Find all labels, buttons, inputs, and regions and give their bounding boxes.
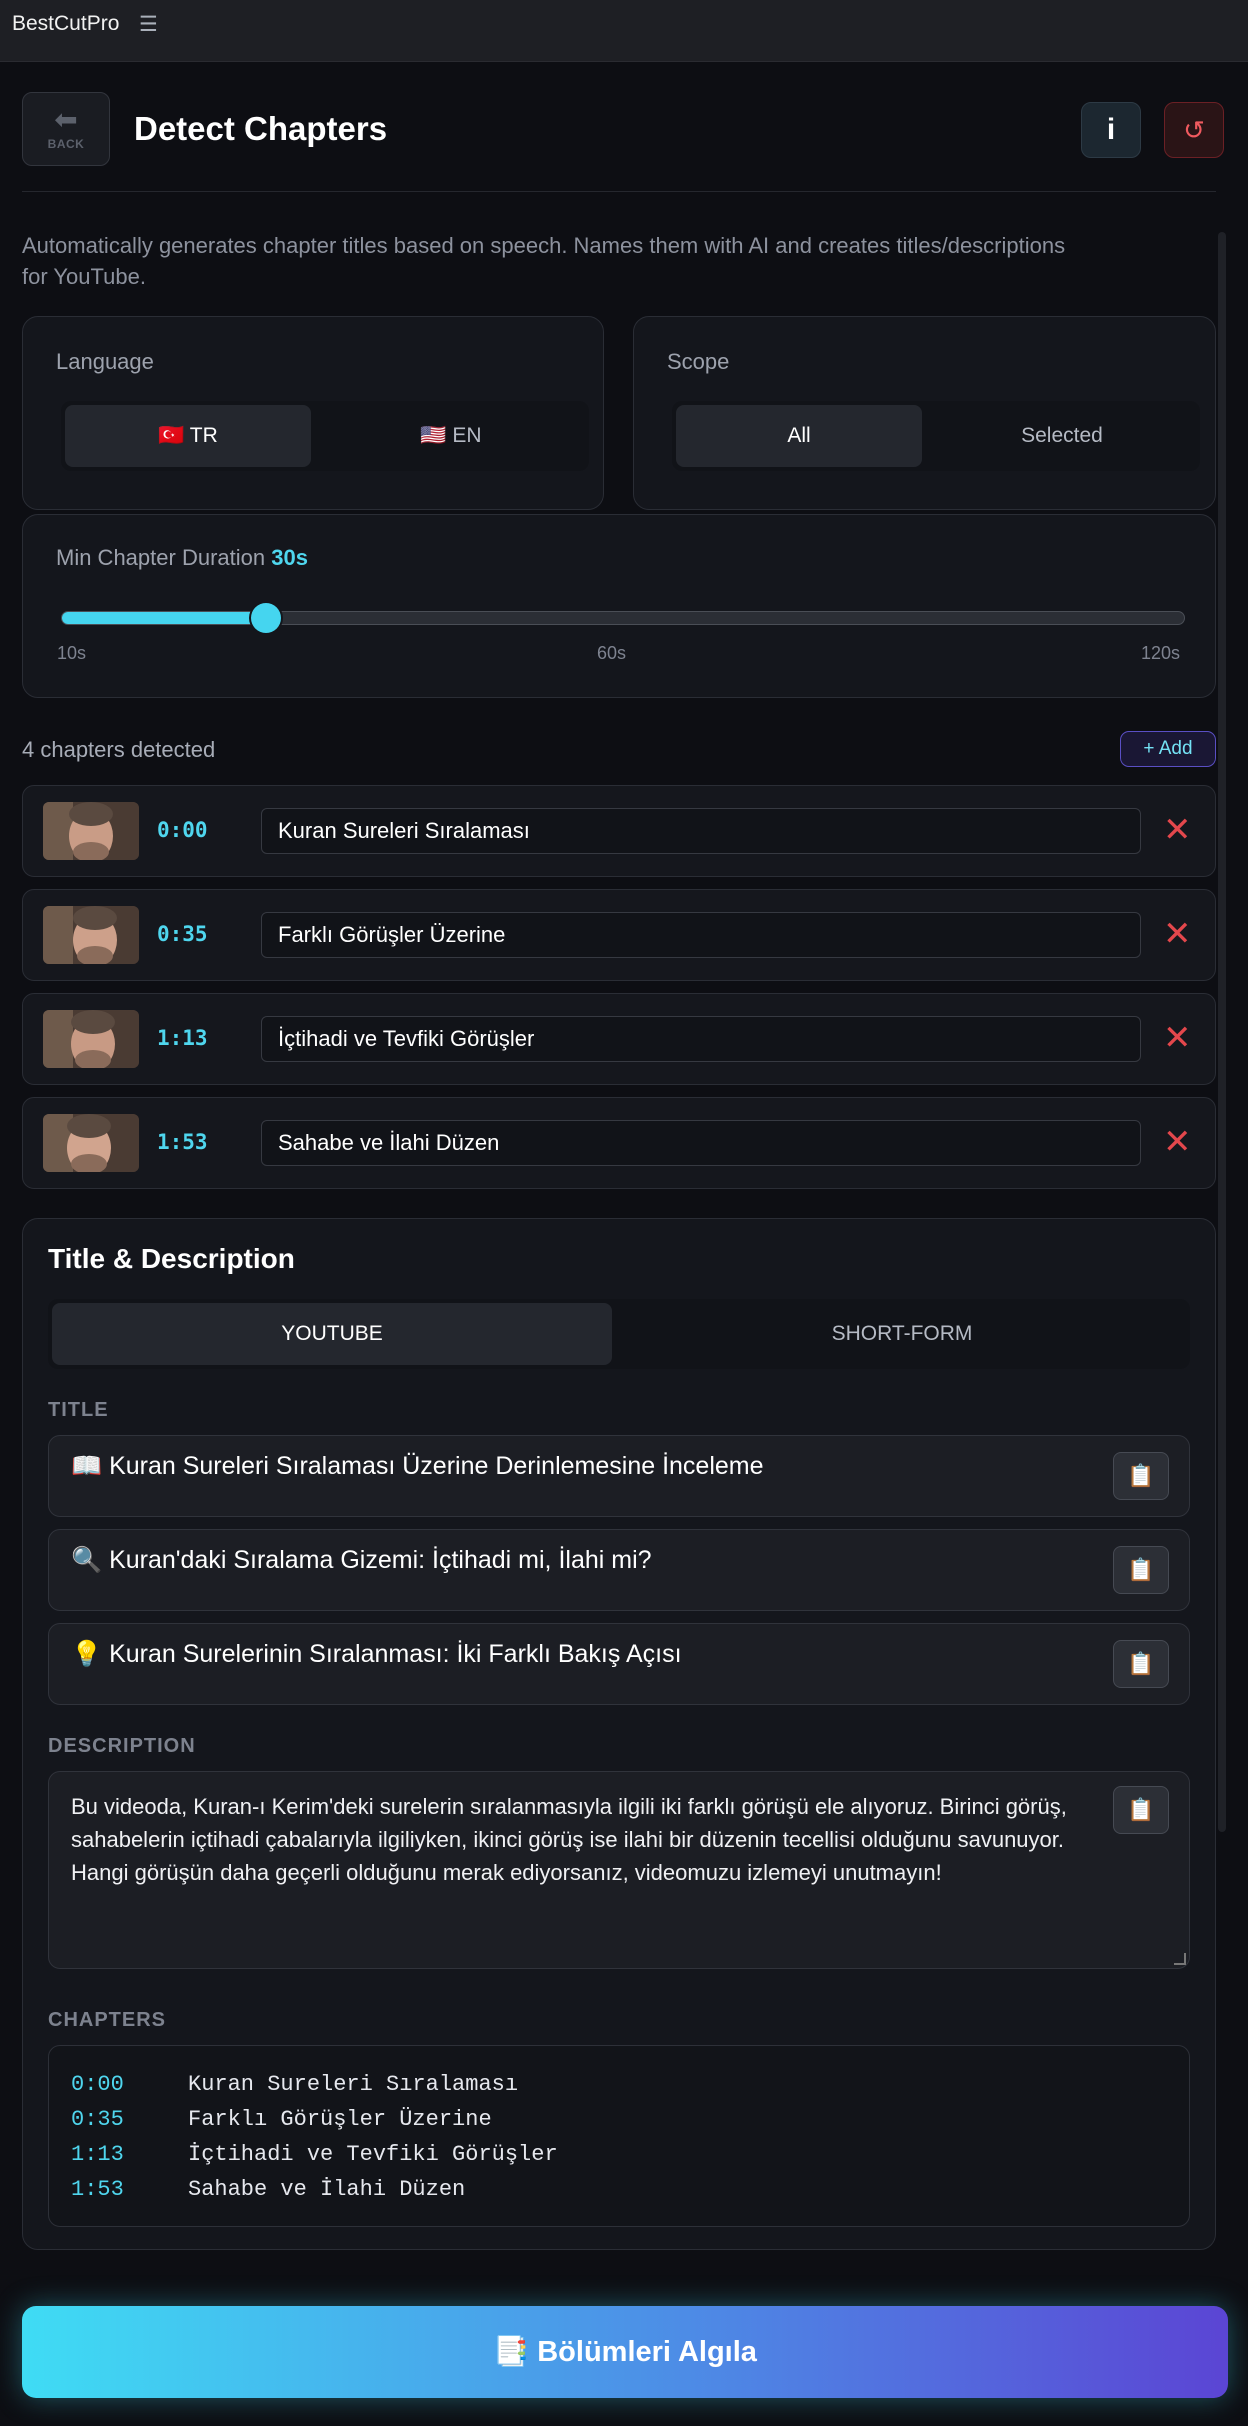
min-duration-card: Min Chapter Duration 30s 10s 60s 120s: [22, 514, 1216, 698]
chapter-thumbnail: [43, 802, 139, 860]
chapter-line: 0:00 Kuran Sureleri Sıralaması: [71, 2072, 518, 2097]
chapters-count: 4 chapters detected: [22, 737, 216, 762]
slider-tick-mid: 60s: [597, 643, 627, 663]
app-brand: BestCutPro: [12, 12, 120, 35]
chapter-line: 1:53 Sahabe ve İlahi Düzen: [71, 2177, 465, 2202]
scope-label: Scope: [667, 349, 730, 374]
language-label: Language: [56, 349, 154, 374]
delete-chapter-icon[interactable]: ✕: [1163, 1018, 1192, 1058]
delete-chapter-icon[interactable]: ✕: [1163, 914, 1192, 954]
copy-icon[interactable]: 📋: [1113, 1640, 1169, 1688]
chapters-section-label: CHAPTERS: [48, 2009, 167, 2031]
language-option-tr[interactable]: 🇹🇷 TR: [65, 405, 311, 467]
resize-handle[interactable]: [1174, 1953, 1186, 1965]
chapter-line-time: 0:35: [71, 2107, 124, 2132]
chapter-line-time: 1:53: [71, 2177, 124, 2202]
back-arrow-icon: ⬅: [54, 104, 78, 135]
chapter-line: 0:35 Farklı Görüşler Üzerine: [71, 2107, 492, 2132]
reset-icon[interactable]: ↺: [1164, 102, 1224, 158]
tab-short-form[interactable]: SHORT-FORM: [618, 1303, 1186, 1365]
title-suggestion-text: 🔍 Kuran'daki Sıralama Gizemi: İçtihadi m…: [71, 1546, 652, 1574]
chapter-time: 1:13: [157, 1026, 208, 1050]
slider-thumb[interactable]: [251, 603, 281, 633]
title-suggestion-text: 📖 Kuran Sureleri Sıralaması Üzerine Deri…: [71, 1452, 764, 1480]
chapter-row: 1:53 Sahabe ve İlahi Düzen ✕: [22, 1097, 1216, 1189]
chapter-line-title: İçtihadi ve Tevfiki Görüşler: [188, 2142, 558, 2167]
chapter-row: 0:35 Farklı Görüşler Üzerine ✕: [22, 889, 1216, 981]
back-label: BACK: [47, 137, 85, 151]
title-suggestion: 🔍 Kuran'daki Sıralama Gizemi: İçtihadi m…: [48, 1529, 1190, 1611]
scope-selector: All Selected: [672, 401, 1200, 471]
chapter-title-input[interactable]: Kuran Sureleri Sıralaması: [261, 808, 1141, 854]
chapter-title-input[interactable]: Sahabe ve İlahi Düzen: [261, 1120, 1141, 1166]
title-suggestion-text: 💡 Kuran Surelerinin Sıralanması: İki Far…: [71, 1640, 682, 1668]
chapter-line-title: Sahabe ve İlahi Düzen: [188, 2177, 466, 2202]
min-duration-label-text: Min Chapter Duration: [56, 545, 266, 570]
description-section-label: DESCRIPTION: [48, 1735, 196, 1757]
chapter-title-input[interactable]: İçtihadi ve Tevfiki Görüşler: [261, 1016, 1141, 1062]
title-description-heading: Title & Description: [48, 1243, 295, 1274]
description-textarea[interactable]: Bu videoda, Kuran-ı Kerim'deki surelerin…: [48, 1771, 1190, 1969]
language-card: Language 🇹🇷 TR 🇺🇸 EN: [22, 316, 604, 510]
copy-icon[interactable]: 📋: [1113, 1452, 1169, 1500]
back-button[interactable]: ⬅ BACK: [22, 92, 110, 166]
delete-chapter-icon[interactable]: ✕: [1163, 810, 1192, 850]
min-duration-label: Min Chapter Duration 30s: [56, 545, 308, 571]
chapter-time: 1:53: [157, 1130, 208, 1154]
page-header: ⬅ BACK Detect Chapters i ↺: [22, 92, 1224, 192]
tab-youtube[interactable]: YOUTUBE: [52, 1303, 612, 1365]
chapter-line: 1:13 İçtihadi ve Tevfiki Görüşler: [71, 2142, 558, 2167]
app-topbar: BestCutPro ☰: [0, 0, 1248, 62]
chapter-time: 0:35: [157, 922, 208, 946]
chapter-thumbnail: [43, 906, 139, 964]
language-option-en[interactable]: 🇺🇸 EN: [317, 405, 585, 467]
detect-chapters-button[interactable]: 📑 Bölümleri Algıla: [22, 2306, 1228, 2398]
title-description-card: Title & Description YOUTUBE SHORT-FORM T…: [22, 1218, 1216, 2250]
chapter-line-title: Kuran Sureleri Sıralaması: [188, 2072, 519, 2097]
delete-chapter-icon[interactable]: ✕: [1163, 1122, 1192, 1162]
min-duration-value: 30s: [271, 545, 308, 570]
chapter-row: 1:13 İçtihadi ve Tevfiki Görüşler ✕: [22, 993, 1216, 1085]
language-selector: 🇹🇷 TR 🇺🇸 EN: [61, 401, 589, 471]
scope-card: Scope All Selected: [633, 316, 1216, 510]
scope-option-all[interactable]: All: [676, 405, 922, 467]
chapter-row: 0:00 Kuran Sureleri Sıralaması ✕: [22, 785, 1216, 877]
slider-tick-max: 120s: [1141, 643, 1181, 663]
info-button[interactable]: i: [1081, 102, 1141, 158]
chapter-line-time: 1:13: [71, 2142, 124, 2167]
platform-tabs: YOUTUBE SHORT-FORM: [48, 1299, 1190, 1369]
page-description: Automatically generates chapter titles b…: [22, 233, 1066, 289]
menu-icon[interactable]: ☰: [139, 12, 158, 37]
min-duration-slider[interactable]: [61, 603, 1185, 633]
add-chapter-button[interactable]: + Add: [1120, 731, 1216, 767]
slider-fill: [62, 612, 266, 624]
chapters-output: 0:00 Kuran Sureleri Sıralaması 0:35 Fark…: [48, 2045, 1190, 2227]
chapter-thumbnail: [43, 1114, 139, 1172]
scrollbar[interactable]: [1218, 232, 1226, 1832]
chapter-line-time: 0:00: [71, 2072, 124, 2097]
title-suggestion: 💡 Kuran Surelerinin Sıralanması: İki Far…: [48, 1623, 1190, 1705]
copy-icon[interactable]: 📋: [1113, 1546, 1169, 1594]
chapter-time: 0:00: [157, 818, 208, 842]
description-text: Bu videoda, Kuran-ı Kerim'deki surelerin…: [71, 1794, 1067, 1885]
page-title: Detect Chapters: [134, 110, 388, 147]
scope-option-selected[interactable]: Selected: [928, 405, 1196, 467]
chapter-title-input[interactable]: Farklı Görüşler Üzerine: [261, 912, 1141, 958]
title-section-label: TITLE: [48, 1399, 109, 1421]
slider-tick-min: 10s: [57, 643, 87, 663]
chapter-line-title: Farklı Görüşler Üzerine: [188, 2107, 492, 2132]
title-suggestion: 📖 Kuran Sureleri Sıralaması Üzerine Deri…: [48, 1435, 1190, 1517]
chapter-thumbnail: [43, 1010, 139, 1068]
copy-icon[interactable]: 📋: [1113, 1786, 1169, 1834]
